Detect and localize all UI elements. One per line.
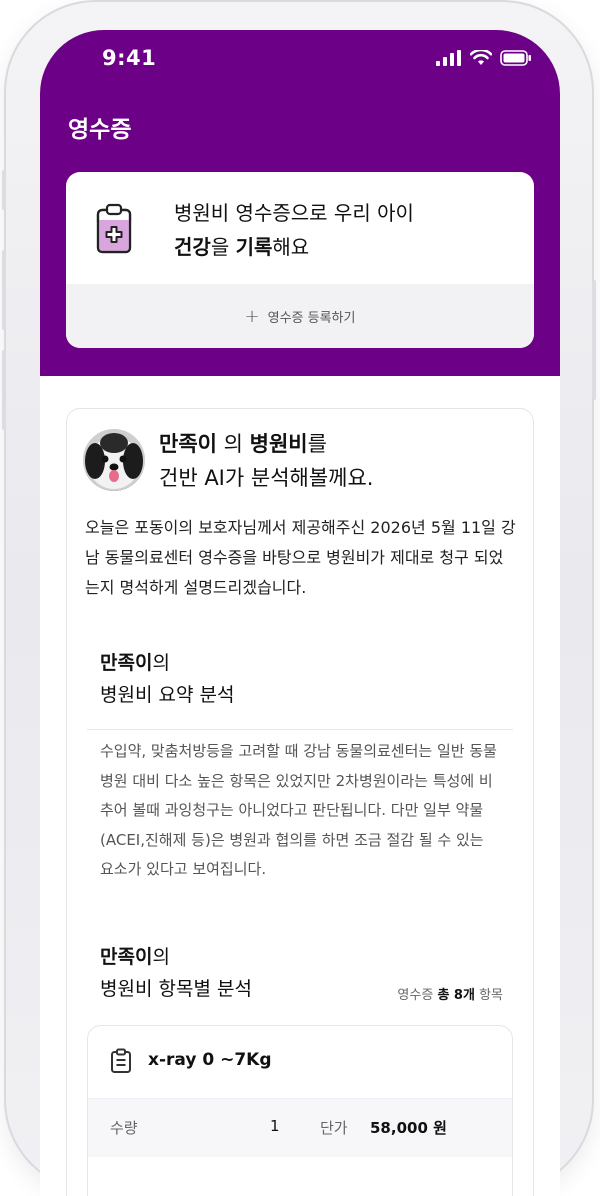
promo-emphasis-health: 건강: [174, 235, 211, 259]
volume-up-button: [2, 250, 6, 330]
page-title: 영수증: [68, 117, 132, 143]
items-pet-name: 만족이: [100, 946, 153, 968]
heading-ending: 를: [307, 432, 327, 456]
receipt-item-name: x-ray 0 ~7Kg: [148, 1050, 272, 1070]
plus-icon: +: [244, 305, 260, 327]
summary-heading-line-1: 만족이의: [100, 647, 234, 679]
mute-switch: [2, 170, 6, 210]
receipt-icon: [111, 1048, 131, 1073]
status-bar: 9:41: [40, 30, 560, 90]
power-button: [592, 280, 596, 400]
items-heading-line-1: 만족이의: [100, 941, 252, 973]
status-time: 9:41: [102, 46, 157, 70]
analysis-heading-line-2: 건반 AI가 분석해볼께요.: [159, 466, 374, 490]
count-value: 총 8개: [437, 988, 475, 1003]
heading-particle: 의: [216, 432, 250, 456]
promo-text-particle: 을: [210, 235, 236, 259]
heading-emphasis: 병원비: [249, 432, 308, 456]
clipboard-medical-icon: [96, 203, 132, 254]
promo-line-1: 병원비 영수증으로 우리 아이: [174, 201, 414, 225]
summary-text: 수입약, 맞춤처방등을 고려할 때 강남 동물의료센터는 일반 동물병원 대비 …: [100, 742, 497, 878]
analysis-card: 만족이 의 병원비를 건반 AI가 분석해볼께요. 오늘은 포동이의 보호자님께…: [66, 408, 534, 1196]
promo-emphasis-record: 기록: [235, 235, 273, 259]
dog-face-icon: [83, 429, 145, 491]
items-suffix: 의: [152, 946, 170, 968]
register-receipt-label: 영수증 등록하기: [267, 310, 356, 326]
receipt-item-count: 영수증 총 8개 항목: [397, 984, 503, 1003]
summary-divider: [87, 729, 513, 730]
unit-price-label: 단가: [320, 1119, 348, 1137]
analysis-heading: 만족이 의 병원비를 건반 AI가 분석해볼께요.: [159, 427, 373, 495]
summary-heading: 만족이의 병원비 요약 분석: [100, 647, 234, 711]
analysis-heading-line-1: 만족이 의 병원비를: [159, 427, 373, 461]
receipt-item-header: x-ray 0 ~7Kg: [88, 1026, 512, 1098]
app-screen: 9:41 영수증 병원비 영수증으로 우리 아이 건강을 기록해요 + 영수증 …: [40, 30, 560, 1196]
promo-text-ending: 해요: [272, 235, 310, 259]
promo-line-2: 건강을 기록해요: [174, 230, 414, 264]
receipt-item-detail-row: 수량 1 단가 58,000 원: [88, 1098, 512, 1157]
promo-card: 병원비 영수증으로 우리 아이 건강을 기록해요 + 영수증 등록하기: [66, 172, 534, 348]
pet-name: 만족이: [159, 432, 217, 456]
items-heading: 만족이의 병원비 항목별 분석: [100, 941, 252, 1005]
header: 9:41 영수증 병원비 영수증으로 우리 아이 건강을 기록해요 + 영수증 …: [40, 30, 560, 376]
count-suffix: 항목: [474, 988, 503, 1003]
unit-price-value: 58,000 원: [370, 1119, 447, 1137]
signal-icon: [436, 50, 461, 66]
status-icons: [436, 50, 532, 66]
wifi-icon: [470, 50, 492, 65]
summary-heading-line-2: 병원비 요약 분석: [100, 684, 235, 706]
quantity-label: 수량: [110, 1119, 138, 1137]
pet-avatar: [83, 429, 145, 491]
analysis-description: 오늘은 포동이의 보호자님께서 제공해주신 2026년 5월 11일 강남 동물…: [85, 518, 516, 597]
summary-suffix: 의: [152, 652, 170, 674]
battery-icon: [500, 50, 531, 66]
quantity-value: 1: [270, 1117, 280, 1135]
items-heading-line-2: 병원비 항목별 분석: [100, 978, 252, 1000]
count-prefix: 영수증: [397, 988, 438, 1003]
promo-top: 병원비 영수증으로 우리 아이 건강을 기록해요: [66, 172, 534, 284]
summary-pet-name: 만족이: [100, 652, 153, 674]
promo-text: 병원비 영수증으로 우리 아이 건강을 기록해요: [174, 196, 414, 264]
volume-down-button: [2, 350, 6, 430]
register-receipt-button[interactable]: + 영수증 등록하기: [66, 284, 534, 348]
receipt-item-card[interactable]: x-ray 0 ~7Kg 수량 1 단가 58,000 원: [87, 1025, 513, 1196]
